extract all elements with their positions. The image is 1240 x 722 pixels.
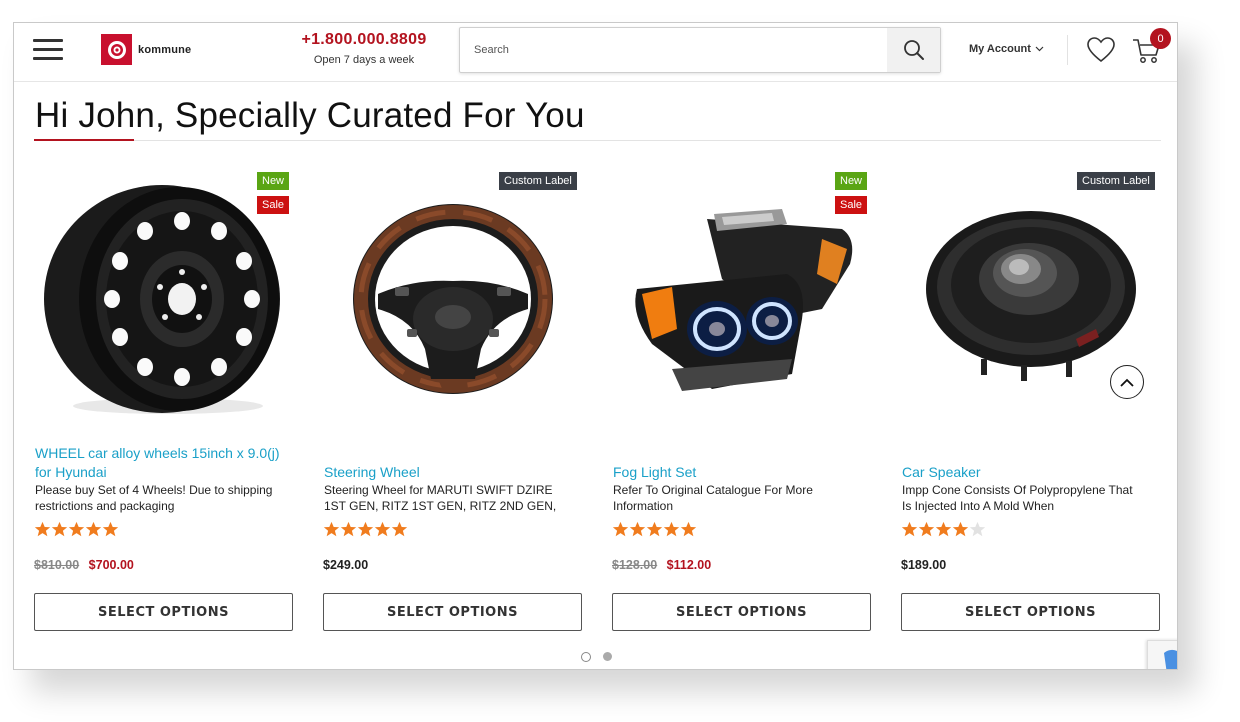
badge-new: New — [257, 172, 290, 190]
star-icon — [85, 521, 102, 537]
badge-custom-label: Custom Label — [499, 172, 577, 190]
carousel-dot-1[interactable] — [581, 652, 591, 662]
product-description: Refer To Original Catalogue For More Inf… — [613, 483, 813, 513]
product-description: Impp Cone Consists Of Polypropylene That… — [902, 483, 1133, 513]
star-icon — [646, 521, 663, 537]
product-card: New Sale WHEEL car alloy wheels 15inch x… — [34, 169, 295, 639]
search-icon — [903, 40, 924, 60]
star-icon — [357, 521, 374, 537]
search-bar — [459, 27, 941, 73]
heart-icon — [1087, 37, 1115, 63]
select-options-button[interactable]: SELECT OPTIONS — [323, 593, 582, 631]
badge-sale: Sale — [835, 196, 868, 214]
star-icon — [680, 521, 697, 537]
sale-price: $112.00 — [666, 558, 712, 572]
browser-viewport: kommune +1.800.000.8809 Open 7 days a we… — [13, 22, 1178, 670]
star-icon — [51, 521, 68, 537]
wishlist-button[interactable] — [1086, 36, 1116, 69]
rating-stars — [901, 521, 986, 538]
steering-wheel-icon — [353, 204, 553, 394]
recaptcha-icon — [1164, 649, 1177, 669]
select-options-button[interactable]: SELECT OPTIONS — [612, 593, 871, 631]
price-row: $128.00 $112.00 — [612, 558, 711, 572]
header-divider — [1067, 35, 1068, 65]
star-icon — [918, 521, 935, 537]
scroll-top-button[interactable] — [1110, 365, 1144, 399]
price: $249.00 — [323, 558, 369, 572]
phone-number[interactable]: +1.800.000.8809 — [284, 31, 444, 49]
star-icon — [612, 521, 629, 537]
star-icon — [663, 521, 680, 537]
old-price: $128.00 — [612, 558, 658, 572]
search-button[interactable] — [887, 28, 940, 72]
badge-new: New — [835, 172, 868, 190]
product-card: Custom Label Steering Wheel Steering Whe… — [323, 169, 584, 639]
price-row: $249.00 — [323, 558, 368, 572]
product-image[interactable]: New Sale — [612, 169, 873, 419]
star-icon — [935, 521, 952, 537]
menu-icon[interactable] — [33, 39, 63, 61]
star-icon — [629, 521, 646, 537]
page-title: Hi John, Specially Curated For You — [35, 96, 585, 135]
badge-sale: Sale — [257, 196, 290, 214]
star-icon — [340, 521, 357, 537]
select-options-button[interactable]: SELECT OPTIONS — [901, 593, 1160, 631]
price: $189.00 — [901, 558, 947, 572]
star-icon — [323, 521, 340, 537]
price-row: $810.00 $700.00 — [34, 558, 134, 572]
title-accent-bar — [34, 139, 134, 141]
star-icon — [901, 521, 918, 537]
product-description: Please buy Set of 4 Wheels! Due to shipp… — [35, 483, 273, 513]
badge-custom-label: Custom Label — [1077, 172, 1155, 190]
product-description: Steering Wheel for MARUTI SWIFT DZIRE 1S… — [324, 483, 557, 513]
carousel-pagination — [581, 652, 624, 662]
rating-stars — [612, 521, 697, 538]
rating-stars — [323, 521, 408, 538]
rating-stars — [34, 521, 119, 538]
logo-text: kommune — [138, 43, 192, 56]
opening-hours: Open 7 days a week — [313, 54, 415, 66]
wheel-icon — [44, 185, 280, 414]
product-card: New Sale Fog Light Set Refer To Original… — [612, 169, 873, 639]
carousel-dot-2[interactable] — [603, 652, 612, 661]
my-account-dropdown[interactable]: My Account — [969, 43, 1044, 55]
old-price: $810.00 — [34, 558, 80, 572]
site-logo[interactable]: kommune — [101, 34, 191, 65]
star-empty-icon — [969, 521, 986, 537]
product-title[interactable]: Steering Wheel — [324, 463, 579, 482]
product-title[interactable]: Fog Light Set — [613, 463, 868, 482]
account-label: My Account — [969, 43, 1031, 55]
product-image[interactable]: Custom Label — [323, 169, 584, 419]
site-header: kommune +1.800.000.8809 Open 7 days a we… — [14, 23, 1177, 82]
contact-block: +1.800.000.8809 Open 7 days a week — [284, 31, 444, 66]
price-row: $189.00 — [901, 558, 946, 572]
chevron-up-icon — [1120, 378, 1134, 387]
select-options-button[interactable]: SELECT OPTIONS — [34, 593, 293, 631]
chevron-down-icon — [1035, 46, 1044, 52]
star-icon — [34, 521, 51, 537]
sale-price: $700.00 — [88, 558, 134, 572]
star-icon — [952, 521, 969, 537]
product-title[interactable]: Car Speaker — [902, 463, 1157, 482]
title-divider — [34, 140, 1161, 141]
star-icon — [102, 521, 119, 537]
product-image[interactable]: New Sale — [34, 169, 295, 419]
recaptcha-badge[interactable] — [1147, 640, 1177, 669]
star-icon — [391, 521, 408, 537]
product-card: Custom Label Car Speaker Impp Cone Consi… — [901, 169, 1162, 639]
star-icon — [374, 521, 391, 537]
headlight-icon — [635, 209, 853, 391]
star-icon — [68, 521, 85, 537]
cart-count-badge: 0 — [1150, 28, 1171, 49]
search-input[interactable] — [460, 28, 908, 72]
product-title[interactable]: WHEEL car alloy wheels 15inch x 9.0(j) f… — [35, 444, 290, 482]
logo-mark-icon — [101, 34, 132, 65]
